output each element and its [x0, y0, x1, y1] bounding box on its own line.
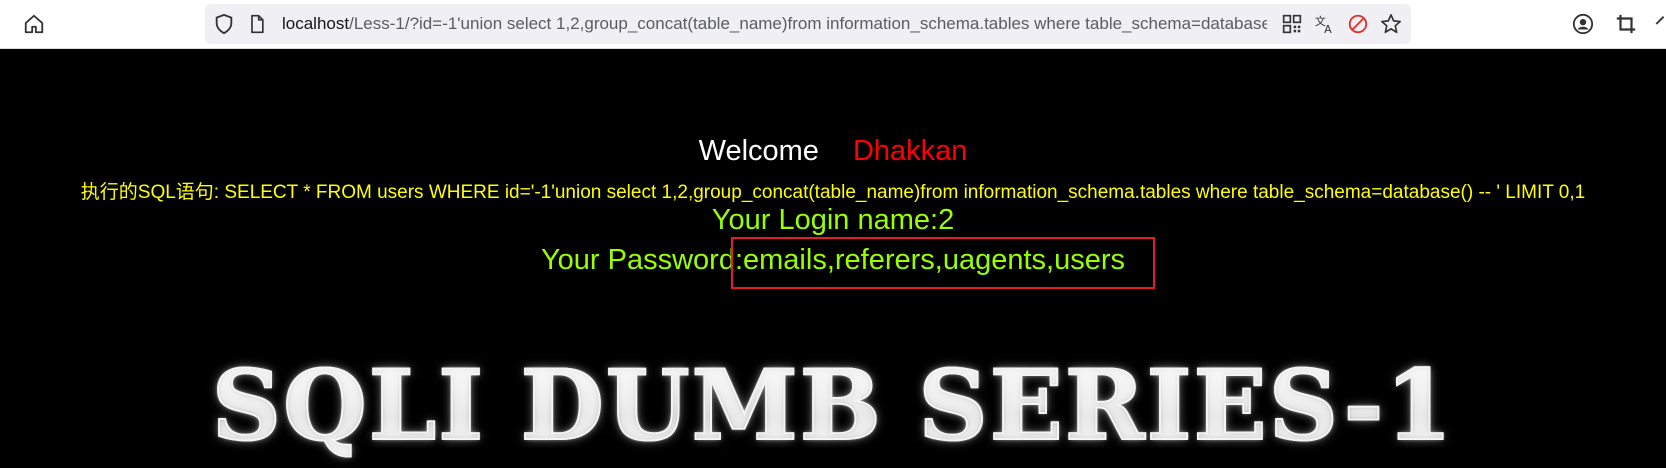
- password-label: Your Password:: [540, 244, 744, 276]
- home-icon[interactable]: [22, 12, 46, 36]
- crop-icon[interactable]: [1614, 12, 1638, 36]
- browser-toolbar: localhost/Less-1/?id=-1'union select 1,2…: [0, 0, 1666, 49]
- highlight-box: [731, 237, 1155, 289]
- welcome-name: Dhakkan: [852, 135, 968, 167]
- welcome-label: Welcome: [698, 135, 819, 167]
- welcome-line: Welcome Dhakkan: [0, 135, 1666, 168]
- page-content: Welcome Dhakkan 执行的SQL语句: SELECT * FROM u…: [0, 49, 1666, 468]
- blocked-icon[interactable]: [1346, 12, 1370, 36]
- translate-icon[interactable]: 文A: [1313, 12, 1337, 36]
- address-bar[interactable]: localhost/Less-1/?id=-1'union select 1,2…: [205, 4, 1411, 44]
- more-icon[interactable]: [1652, 12, 1666, 36]
- login-label: Your Login name:: [711, 204, 939, 236]
- url-path: /Less-1/?id=-1'union select 1,2,group_co…: [349, 14, 1267, 33]
- login-line: Your Login name:2: [0, 204, 1666, 237]
- qr-code-icon[interactable]: [1280, 12, 1304, 36]
- sql-statement: 执行的SQL语句: SELECT * FROM users WHERE id='…: [80, 182, 1586, 203]
- url-text[interactable]: localhost/Less-1/?id=-1'union select 1,2…: [282, 4, 1267, 44]
- banner-title: SQLI DUMB SERIES-1: [0, 348, 1666, 463]
- account-icon[interactable]: [1571, 12, 1595, 36]
- page-icon[interactable]: [245, 12, 269, 36]
- shield-icon[interactable]: [212, 12, 236, 36]
- login-value: 2: [938, 204, 955, 236]
- url-host: localhost: [282, 14, 350, 33]
- svg-text:A: A: [1324, 23, 1332, 35]
- star-icon[interactable]: [1379, 12, 1403, 36]
